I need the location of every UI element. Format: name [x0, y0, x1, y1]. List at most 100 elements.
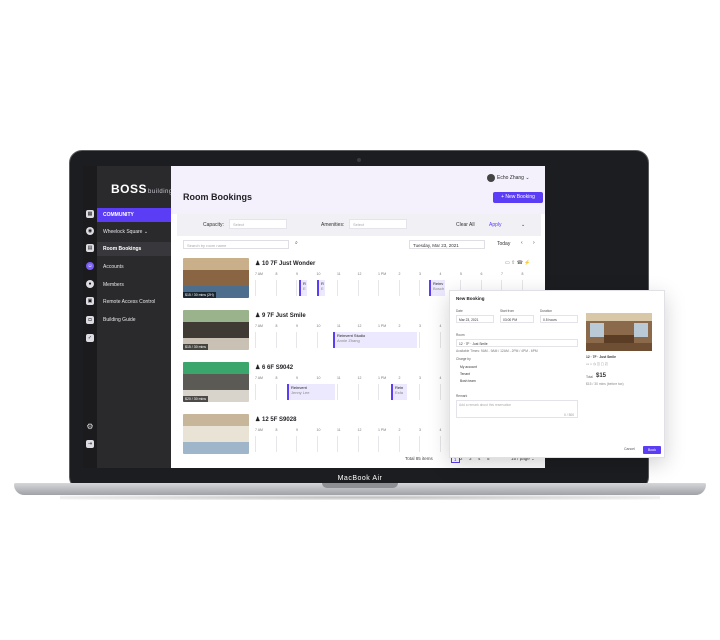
room-action-icons[interactable]: ▭ ⇧ ☎ ⚡ — [505, 260, 531, 266]
timeline-slot[interactable] — [255, 384, 256, 400]
logout-icon[interactable]: ⇥ — [86, 440, 94, 448]
room-price: $15 / 30 mins (2H) — [183, 292, 216, 298]
timeline-tick: 1 PM — [378, 428, 387, 432]
chevron-down-icon[interactable]: ⌄ — [521, 222, 525, 228]
timeline-slot[interactable] — [275, 436, 277, 452]
capacity-select[interactable]: Select — [229, 219, 287, 229]
timeline-slot[interactable] — [255, 332, 256, 348]
remark-textarea[interactable]: Add a remark about this reservation — [456, 400, 578, 418]
booking-block[interactable]: Reinv Bosch — [429, 280, 445, 296]
next-day-icon[interactable]: › — [533, 240, 535, 246]
timeline-tick: 7 AM — [255, 428, 263, 432]
sidebar-item-community[interactable]: COMMUNITY — [97, 208, 171, 222]
today-button[interactable]: Today — [497, 241, 510, 247]
apply-button[interactable]: Apply — [489, 222, 502, 228]
room-card-meta: 12 · 7F · Just Smile — [586, 355, 616, 359]
timeline-slot[interactable] — [275, 384, 277, 400]
booking-block[interactable]: RE — [299, 280, 307, 296]
check-icon[interactable]: ✓ — [86, 334, 94, 342]
room-thumbnail: $15 / 30 mins (2H) — [183, 258, 249, 298]
room-meta: ♟ 12 5F S9028 — [255, 417, 297, 423]
timeline-slot[interactable] — [316, 436, 318, 452]
charge-option-bosh-team[interactable]: Bosh team — [460, 379, 476, 383]
search-input[interactable]: Search by room name — [183, 240, 289, 249]
clear-all-button[interactable]: Clear All — [456, 222, 475, 228]
charge-option-my-account[interactable]: My account — [460, 365, 477, 369]
camera — [357, 158, 361, 162]
timeline-tick: 11 — [337, 272, 341, 276]
timeline-slot[interactable] — [419, 280, 420, 296]
timeline-slot[interactable] — [337, 280, 338, 296]
timeline-slot[interactable] — [275, 280, 277, 296]
duration-field[interactable]: 0.5 hours — [540, 315, 578, 323]
timeline-slot[interactable] — [337, 436, 338, 452]
cancel-button[interactable]: Cancel — [624, 447, 635, 451]
timeline-slot[interactable] — [378, 384, 379, 400]
sidebar-item-members[interactable]: Members — [97, 278, 171, 292]
timeline-slot[interactable] — [275, 332, 277, 348]
timeline-slot[interactable] — [378, 280, 379, 296]
booking-block[interactable]: Reinvent Studio Annie Zhang — [333, 332, 417, 348]
booking-block[interactable]: Reinvent Jenny Lee — [287, 384, 335, 400]
new-booking-button[interactable]: + New Booking — [493, 192, 543, 203]
booking-block[interactable]: Rein Esfa — [391, 384, 407, 400]
users-icon[interactable]: ☺ — [86, 262, 94, 270]
timeline-slot[interactable] — [419, 436, 420, 452]
remark-label: Remark — [456, 394, 468, 398]
timeline-slot[interactable] — [378, 436, 379, 452]
timeline-slot[interactable] — [398, 280, 400, 296]
key-icon[interactable]: ▣ — [86, 297, 94, 305]
timeline-slot[interactable] — [398, 436, 400, 452]
timeline-slot[interactable] — [296, 280, 297, 296]
sidebar-item-room-bookings[interactable]: Room Bookings — [97, 242, 171, 256]
booking-block[interactable]: RE — [317, 280, 325, 296]
prev-day-icon[interactable]: ‹ — [521, 240, 523, 246]
sidebar-item-remote-access[interactable]: Remote Access Control — [97, 295, 171, 309]
timeline-slot[interactable] — [337, 384, 338, 400]
timeline-slot[interactable] — [296, 436, 297, 452]
gear-icon[interactable]: ⚙ — [86, 422, 94, 431]
timeline-tick: 11 — [337, 324, 341, 328]
charge-option-tenant[interactable]: Tenant — [460, 372, 470, 376]
member-icon[interactable]: ● — [86, 280, 94, 288]
room-select[interactable]: 12 · 7F · Just Smile — [456, 339, 578, 347]
timeline-tick: 4 — [439, 376, 442, 380]
timeline-slot[interactable] — [439, 436, 441, 452]
timeline-tick: 8 — [275, 376, 278, 380]
device-brand: MacBook Air — [337, 475, 383, 482]
grid-icon[interactable]: ▦ — [86, 210, 94, 218]
book-button[interactable]: Book — [643, 446, 661, 454]
amenities-select[interactable]: Select — [349, 219, 407, 229]
timeline-slot[interactable] — [255, 436, 256, 452]
timeline-slot[interactable] — [439, 332, 441, 348]
calendar-icon[interactable]: ▤ — [86, 244, 94, 252]
date-field[interactable]: Mar 23, 2021 — [456, 315, 494, 323]
building-icon[interactable]: ◉ — [86, 227, 94, 235]
sidebar: BOSSbuilding COMMUNITY Wheelock Square ⌄… — [97, 166, 172, 468]
sidebar-item-wheelock-square[interactable]: Wheelock Square ⌄ — [97, 225, 171, 239]
avatar[interactable] — [487, 174, 495, 182]
book-icon[interactable]: ◘ — [86, 316, 94, 324]
timeline-slot[interactable] — [419, 384, 420, 400]
timeline-tick: 12 — [357, 324, 362, 328]
timeline-slot[interactable] — [357, 384, 359, 400]
date-picker[interactable]: Tuesday, Mar 23, 2021 — [409, 240, 485, 249]
char-count: 0 / 500 — [564, 413, 575, 417]
timeline-slot[interactable] — [296, 332, 297, 348]
sidebar-item-building-guide[interactable]: Building Guide — [97, 313, 171, 327]
timeline-slot[interactable] — [357, 436, 359, 452]
timeline-tick: 9 — [296, 428, 298, 432]
timeline-slot[interactable] — [439, 384, 441, 400]
timeline-tick: 8 — [521, 272, 524, 276]
search-icon[interactable]: ⌕ — [295, 240, 298, 246]
sidebar-item-accounts[interactable]: Accounts — [97, 260, 171, 274]
timeline-slot[interactable] — [357, 280, 359, 296]
timeline-slot[interactable] — [419, 332, 420, 348]
timeline-slot[interactable] — [316, 332, 318, 348]
user-menu[interactable]: Echo Zhang ⌄ — [497, 175, 530, 181]
start-label: Start from — [500, 309, 514, 313]
chevron-down-icon: ⌄ — [143, 229, 149, 235]
price-note: $15 / 30 mins (before tax) — [586, 382, 624, 386]
start-field[interactable]: 03:00 PM — [500, 315, 534, 323]
timeline-slot[interactable] — [255, 280, 256, 296]
